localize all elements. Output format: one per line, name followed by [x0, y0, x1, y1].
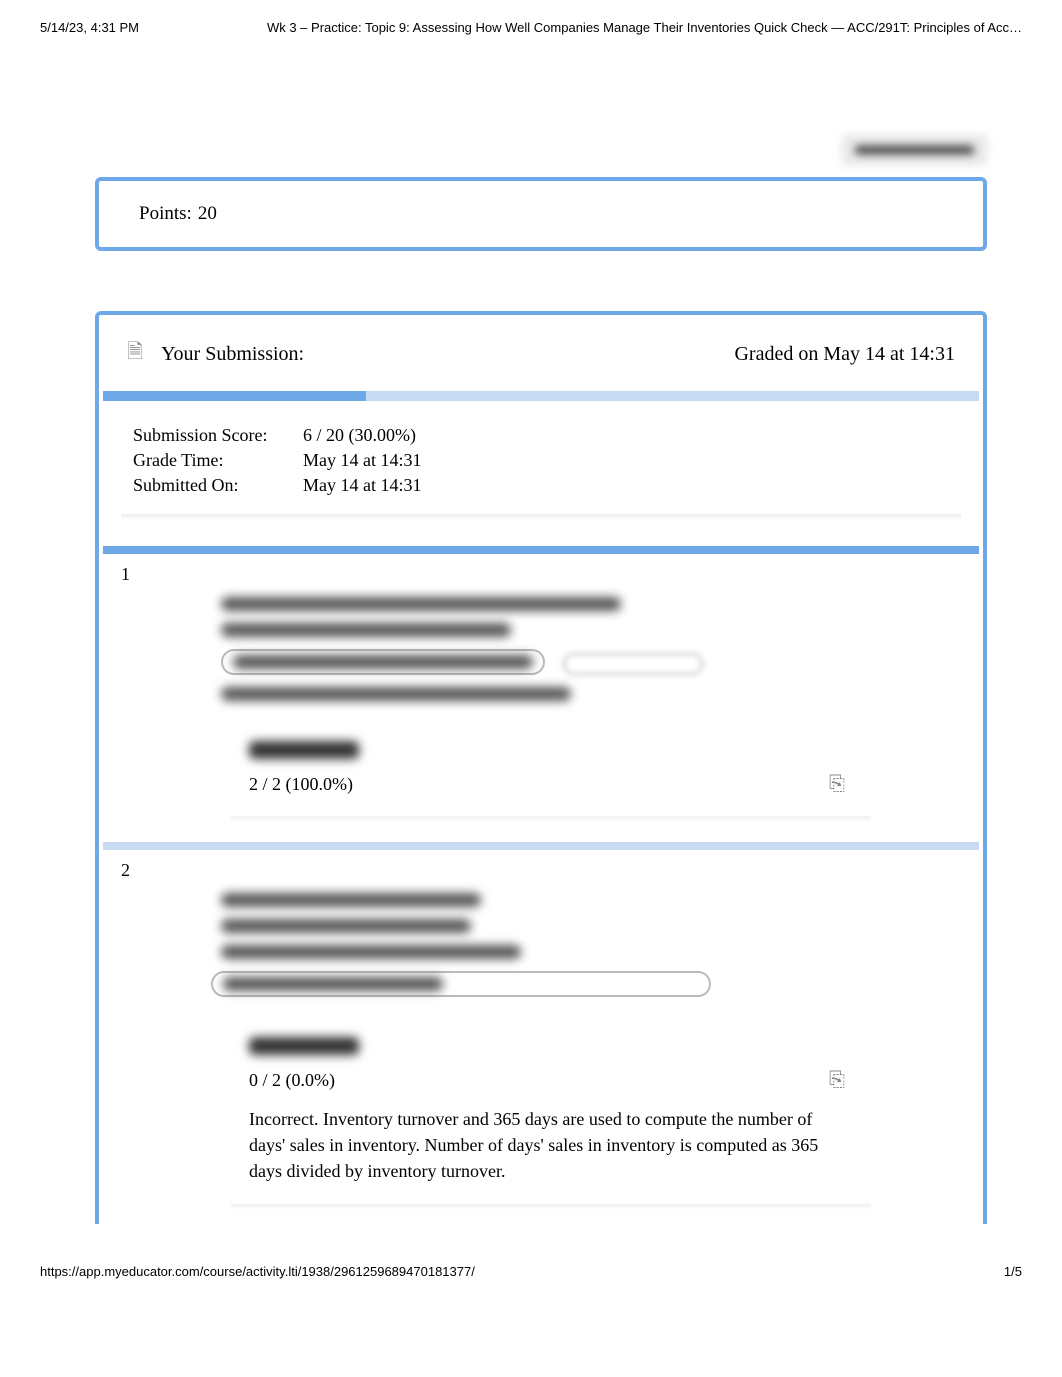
footer-url: https://app.myeducator.com/course/activi…	[40, 1264, 475, 1279]
top-button-row	[95, 135, 987, 165]
q2-options	[221, 893, 961, 997]
card-shadow	[121, 514, 961, 520]
submission-heading: Your Submission:	[161, 343, 304, 366]
submission-header: 🗎 Your Submission: Graded on May 14 at 1…	[99, 315, 983, 391]
expand-icon[interactable]: ⎘	[829, 1069, 845, 1092]
q1-score: 2 / 2 (100.0%)	[249, 774, 353, 795]
q2-option-blurred[interactable]	[221, 945, 521, 959]
graded-on-text: Graded on May 14 at 14:31	[734, 343, 955, 366]
blurred-action-button[interactable]	[842, 135, 987, 165]
q2-option-blurred[interactable]	[221, 919, 471, 933]
footer-page: 1/5	[1004, 1264, 1022, 1279]
submitted-on-value: May 14 at 14:31	[303, 475, 422, 496]
q2-score-bar	[103, 842, 979, 850]
q2-feedback-text: Incorrect. Inventory turnover and 365 da…	[249, 1106, 845, 1184]
points-label: Points:	[139, 203, 192, 224]
feedback-heading-blurred	[249, 1037, 359, 1055]
q1-selected-option[interactable]	[221, 649, 545, 675]
print-header: 5/14/23, 4:31 PM Wk 3 – Practice: Topic …	[0, 0, 1062, 35]
q1-answer-tag-blurred	[563, 653, 703, 675]
submission-info-card: Submission Score: 6 / 20 (30.00%) Grade …	[121, 415, 961, 514]
page-content: Points: 20 🗎 Your Submission: Graded on M…	[0, 35, 1062, 1224]
submission-block: 🗎 Your Submission: Graded on May 14 at 1…	[95, 311, 987, 1224]
q1-number: 1	[121, 564, 961, 585]
q2-selected-option[interactable]	[211, 971, 711, 997]
points-block: Points: 20	[95, 177, 987, 251]
document-icon: 🗎	[127, 337, 143, 371]
q1-option-blurred[interactable]	[221, 597, 621, 611]
q1-score-bar	[103, 546, 979, 554]
q1-options	[221, 597, 961, 701]
q1-option-blurred	[233, 655, 533, 669]
grade-time-value: May 14 at 14:31	[303, 450, 422, 471]
print-footer: https://app.myeducator.com/course/activi…	[0, 1264, 1062, 1279]
print-title: Wk 3 – Practice: Topic 9: Assessing How …	[267, 20, 1022, 35]
q1-feedback-card: 2 / 2 (100.0%) ⎘	[231, 727, 871, 816]
grade-time-label: Grade Time:	[133, 450, 303, 471]
q2-option-blurred	[223, 977, 443, 991]
submission-score-value: 6 / 20 (30.00%)	[303, 425, 416, 446]
q2-number: 2	[121, 860, 961, 881]
question-1: 1 2 / 2 (100.0%) ⎘	[99, 554, 983, 816]
points-value: 20	[198, 203, 217, 224]
print-timestamp: 5/14/23, 4:31 PM	[40, 20, 139, 35]
submission-score-label: Submission Score:	[133, 425, 303, 446]
q1-score-bar-fill	[103, 546, 979, 554]
question-2: 2 0 / 2 (0.0%) ⎘ Incorrect. Inventory tu…	[99, 850, 983, 1204]
q2-option-blurred[interactable]	[221, 893, 481, 907]
q1-option-blurred[interactable]	[221, 623, 511, 637]
q1-option-blurred[interactable]	[221, 687, 571, 701]
overall-score-bar	[103, 391, 979, 401]
feedback-heading-blurred	[249, 741, 359, 759]
q2-feedback-card: 0 / 2 (0.0%) ⎘ Incorrect. Inventory turn…	[231, 1023, 871, 1204]
expand-icon[interactable]: ⎘	[829, 773, 845, 796]
q2-score: 0 / 2 (0.0%)	[249, 1070, 335, 1091]
overall-score-bar-fill	[103, 391, 366, 401]
submitted-on-label: Submitted On:	[133, 475, 303, 496]
